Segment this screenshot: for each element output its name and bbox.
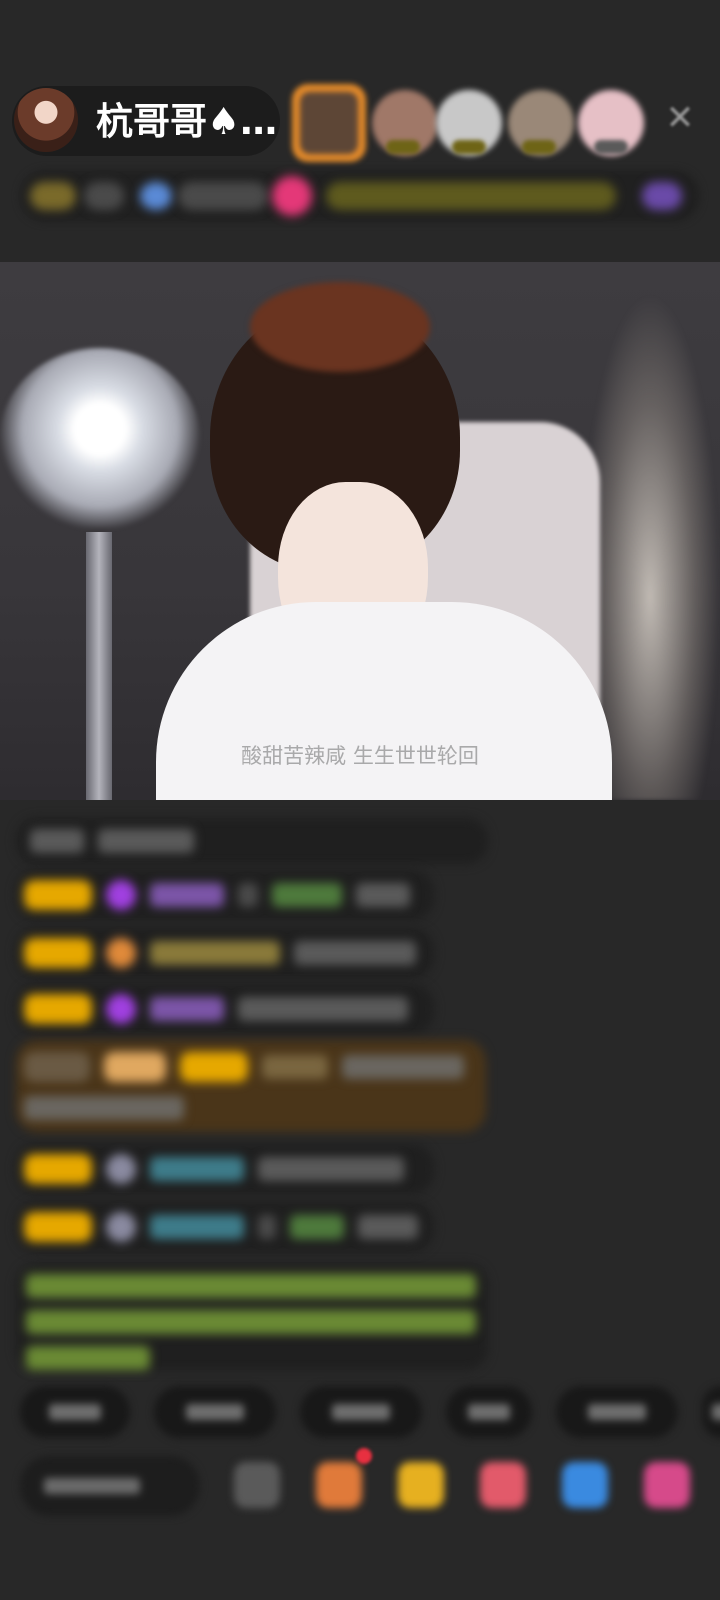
- gift-icon[interactable]: [644, 1462, 690, 1508]
- gift-box-icon[interactable]: [398, 1462, 444, 1508]
- quick-reply-3[interactable]: [300, 1386, 422, 1438]
- system-notice-text: [26, 1274, 476, 1370]
- streamer-shirt: [156, 602, 612, 800]
- host-avatar[interactable]: [14, 88, 78, 152]
- close-icon[interactable]: ✕: [662, 100, 698, 136]
- streamer-hair-bun: [250, 282, 430, 372]
- chat-message-content: [24, 994, 408, 1024]
- chat-message-content: [30, 829, 194, 853]
- top-bar: 杭哥哥♠… ✕: [0, 0, 720, 262]
- event-text: [178, 182, 268, 210]
- rank-badge-icon[interactable]: [30, 182, 76, 210]
- quick-reply-1[interactable]: [20, 1386, 130, 1438]
- host-name[interactable]: 杭哥哥♠…: [96, 100, 277, 144]
- quick-reply-4[interactable]: [446, 1386, 532, 1438]
- quick-reply-2[interactable]: [154, 1386, 276, 1438]
- live-video[interactable]: 酸甜苦辣咸 生生世世轮回: [0, 262, 720, 800]
- chat-input[interactable]: [20, 1456, 200, 1516]
- viewer-badge: [522, 140, 556, 154]
- lucky-bag-icon[interactable]: [480, 1462, 526, 1508]
- game-icon[interactable]: [562, 1462, 608, 1508]
- viewer-badge: [594, 140, 628, 154]
- viewer-badge: [452, 140, 486, 154]
- quick-reply-5[interactable]: [556, 1386, 678, 1438]
- crystal-lamp: [0, 348, 200, 528]
- chat-message-content: [24, 880, 410, 910]
- chat-message-content: [24, 1212, 418, 1242]
- notification-dot: [356, 1448, 372, 1464]
- gift-badge-icon[interactable]: [272, 176, 312, 216]
- chat-message-content: [24, 938, 416, 968]
- chat-message-content: [24, 1096, 184, 1120]
- viewer-badge: [386, 140, 420, 154]
- chat-message-content: [24, 1154, 404, 1184]
- event-icon[interactable]: [140, 182, 172, 210]
- fan-club-icon[interactable]: [316, 1462, 362, 1508]
- scrolling-announcement[interactable]: [326, 182, 616, 210]
- emoji-icon[interactable]: [234, 1462, 280, 1508]
- activity-icon[interactable]: [642, 182, 682, 210]
- chat-message-content: [24, 1052, 464, 1082]
- video-caption: 酸甜苦辣咸 生生世世轮回: [241, 744, 479, 768]
- top-viewer-avatar-1[interactable]: [292, 84, 366, 162]
- rank-text: [84, 182, 124, 210]
- host-info-pill[interactable]: 杭哥哥♠…: [12, 86, 280, 156]
